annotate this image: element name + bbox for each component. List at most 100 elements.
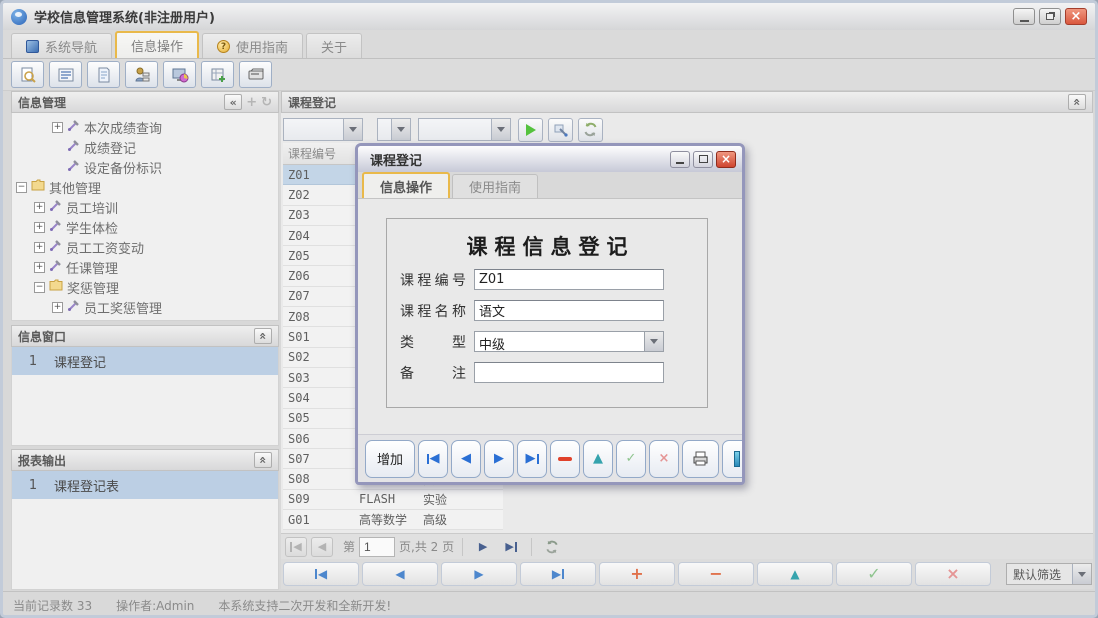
expand-icon[interactable]: + [34,262,45,273]
partial-button[interactable] [722,440,742,478]
page-number-input[interactable] [359,537,395,557]
tree-item-9[interactable]: +员工奖惩管理 [12,297,278,317]
prev-page-button[interactable]: ◀ [311,537,333,557]
table-row[interactable]: G01高等数学高级 [283,510,503,530]
minimize-button[interactable] [1013,8,1035,25]
chevron-down-icon[interactable] [491,119,510,140]
dialog-close-button[interactable]: × [716,151,736,168]
table-cell: Z07 [283,289,355,303]
tree-item-3[interactable]: −其他管理 [12,177,278,197]
chevron-down-icon[interactable] [343,119,362,140]
collapse-main-button[interactable]: « [1068,94,1086,110]
user-manage-button[interactable] [125,61,158,88]
add-record-button[interactable]: 增加 [365,440,415,478]
list-item-label: 课程登记表 [54,476,119,495]
first-page-button[interactable]: ◀ [285,537,307,557]
collapse-panel-button[interactable]: « [254,452,272,468]
table-cell: Z04 [283,229,355,243]
tree-item-4[interactable]: +员工培训 [12,197,278,217]
cancel-button[interactable]: × [649,440,679,478]
field-label: 类 型 [400,332,466,352]
confirm-icon: ✓ [626,452,637,465]
tree-item-2[interactable]: 设定备份标识 [12,157,278,177]
expand-icon[interactable]: + [34,242,45,253]
course-registration-dialog: 课程登记 × 信息操作 使用指南 课程信息登记 增加 ◀◀▶▶▲✓× 课程编号课… [355,143,745,485]
dialog-minimize-button[interactable] [670,151,690,168]
chevron-down-icon[interactable] [391,119,410,140]
collapse-panel-button[interactable]: « [254,328,272,344]
dialog-maximize-button[interactable] [693,151,713,168]
expand-icon[interactable]: + [52,302,63,313]
prev-button[interactable]: ◀ [451,440,481,478]
remove-button[interactable] [550,440,580,478]
remove-record-button[interactable]: − [678,562,754,586]
dialog-tab-info-operation[interactable]: 信息操作 [362,172,450,198]
refresh-page-button[interactable] [540,537,564,557]
confirm-record-button[interactable]: ✓ [836,562,912,586]
edit-button[interactable]: ▲ [583,440,613,478]
expand-icon[interactable]: + [52,122,63,133]
tool-icon [67,159,80,176]
prev-record-button[interactable]: ◀ [362,562,438,586]
run-filter-button[interactable] [518,118,543,142]
print-button[interactable] [682,440,719,478]
last-record-button[interactable]: ▶ [520,562,596,586]
next-page-button[interactable]: ▶ [471,537,495,557]
chevron-down-icon[interactable] [644,332,663,351]
default-filter-select[interactable]: 默认筛选 [1006,563,1092,585]
close-button[interactable]: × [1065,8,1087,25]
tree-item-6[interactable]: +员工工资变动 [12,237,278,257]
next-button[interactable]: ▶ [484,440,514,478]
table-add-button[interactable] [201,61,234,88]
tree-item-7[interactable]: +任课管理 [12,257,278,277]
preview-search-button[interactable] [11,61,44,88]
data-list-button[interactable] [49,61,82,88]
cancel-record-button[interactable]: × [915,562,991,586]
tab-about[interactable]: 关于 [306,33,362,58]
next-record-button[interactable]: ▶ [441,562,517,586]
filter-value-combo[interactable] [418,118,511,141]
confirm-button[interactable]: ✓ [616,440,646,478]
expand-icon[interactable]: + [34,202,45,213]
tree-item-5[interactable]: +学生体检 [12,217,278,237]
add-record-button[interactable]: + [599,562,675,586]
refresh-button[interactable] [578,118,603,142]
tab-info-operation[interactable]: 信息操作 [115,31,199,58]
card-device-button[interactable] [239,61,272,88]
record-count-text: 当前记录数 33 [13,597,92,614]
restore-button[interactable] [1039,8,1061,25]
collapse-sidebar-button[interactable]: « [224,94,242,110]
dialog-tab-user-guide[interactable]: 使用指南 [452,174,538,198]
table-row[interactable]: S09FLASH实验 [283,490,503,510]
tab-user-guide[interactable]: ? 使用指南 [202,33,303,58]
tree-item-8[interactable]: −奖惩管理 [12,277,278,297]
collapse-icon[interactable]: − [34,282,45,293]
document-button[interactable] [87,61,120,88]
tree-item-0[interactable]: +本次成绩查询 [12,117,278,137]
course-code-input[interactable] [474,269,664,290]
advanced-filter-button[interactable] [548,118,573,142]
add-icon: + [630,566,643,582]
tab-label: 使用指南 [236,37,288,56]
filter-field-combo[interactable] [283,118,363,141]
course-type-select[interactable]: 中级 [474,331,664,352]
list-item[interactable]: 1课程登记表 [12,471,278,499]
course-name-input[interactable] [474,300,664,321]
filter-operator-combo[interactable] [377,118,411,141]
tree-item-1[interactable]: 成绩登记 [12,137,278,157]
column-header-course-code[interactable]: 课程编号 [283,145,355,162]
last-button[interactable]: ▶ [517,440,547,478]
collapse-icon[interactable]: − [16,182,27,193]
monitor-chart-button[interactable] [163,61,196,88]
edit-record-button[interactable]: ▲ [757,562,833,586]
expand-icon[interactable]: + [34,222,45,233]
chevron-down-icon[interactable] [1072,564,1091,584]
first-button[interactable]: ◀ [418,440,448,478]
next-icon: ▶ [474,568,483,580]
remark-input[interactable] [474,362,664,383]
table-cell: S06 [283,432,355,446]
tab-system-nav[interactable]: 系统导航 [11,33,112,58]
last-page-button[interactable]: ▶ [499,537,523,557]
list-item[interactable]: 1课程登记 [12,347,278,375]
first-record-button[interactable]: ◀ [283,562,359,586]
